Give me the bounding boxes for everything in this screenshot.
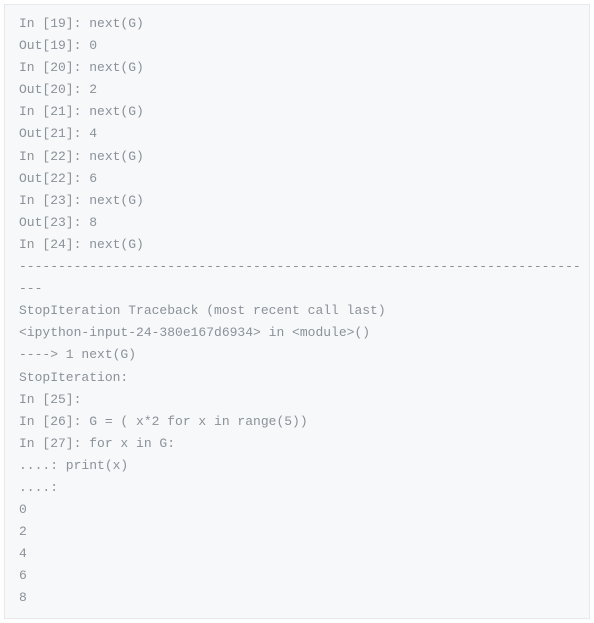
code-line: 6 bbox=[19, 565, 575, 587]
code-line: In [21]: next(G) bbox=[19, 101, 575, 123]
code-line: Out[21]: 4 bbox=[19, 123, 575, 145]
code-line: --- bbox=[19, 278, 575, 300]
code-line: Out[23]: 8 bbox=[19, 212, 575, 234]
code-line: <ipython-input-24-380e167d6934> in <modu… bbox=[19, 322, 575, 344]
code-line: StopIteration: bbox=[19, 367, 575, 389]
code-line: 4 bbox=[19, 543, 575, 565]
code-line: In [20]: next(G) bbox=[19, 57, 575, 79]
code-line: StopIteration Traceback (most recent cal… bbox=[19, 300, 575, 322]
code-line: 2 bbox=[19, 521, 575, 543]
code-line: ....: print(x) bbox=[19, 455, 575, 477]
code-line: In [25]: bbox=[19, 389, 575, 411]
code-line: Out[19]: 0 bbox=[19, 35, 575, 57]
code-line: In [22]: next(G) bbox=[19, 146, 575, 168]
code-line: ----> 1 next(G) bbox=[19, 344, 575, 366]
ipython-session-output: In [19]: next(G)Out[19]: 0In [20]: next(… bbox=[4, 4, 590, 619]
code-line: In [24]: next(G) bbox=[19, 234, 575, 256]
code-line: In [26]: G = ( x*2 for x in range(5)) bbox=[19, 411, 575, 433]
code-line: 8 bbox=[19, 587, 575, 609]
code-line: Out[20]: 2 bbox=[19, 79, 575, 101]
code-line: In [27]: for x in G: bbox=[19, 433, 575, 455]
code-line: 0 bbox=[19, 499, 575, 521]
code-line: In [19]: next(G) bbox=[19, 13, 575, 35]
code-line: ....: bbox=[19, 477, 575, 499]
code-line: Out[22]: 6 bbox=[19, 168, 575, 190]
code-line: ----------------------------------------… bbox=[19, 256, 575, 278]
code-line: In [23]: next(G) bbox=[19, 190, 575, 212]
